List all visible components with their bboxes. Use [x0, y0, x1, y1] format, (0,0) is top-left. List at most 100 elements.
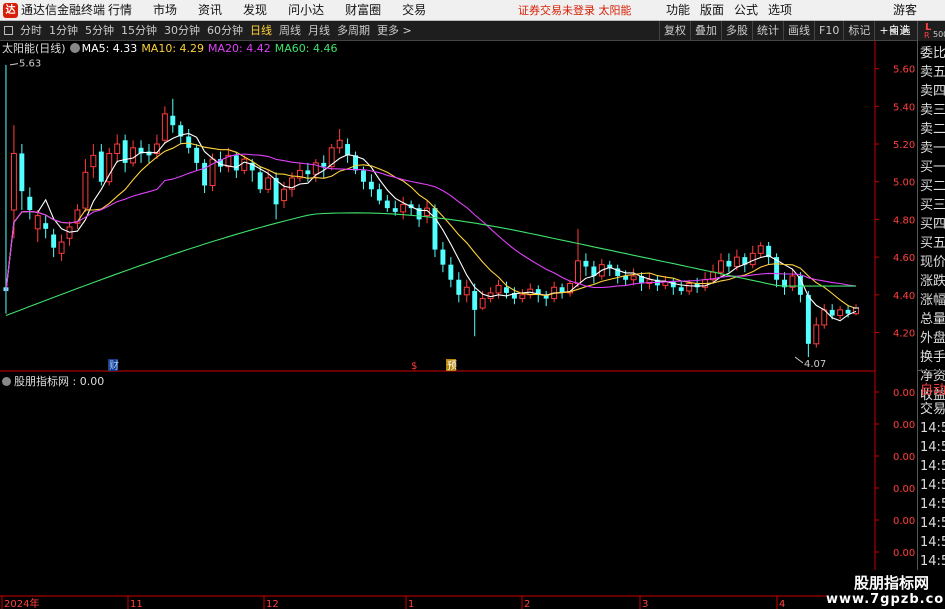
menu-quotes[interactable]: 行情 [108, 0, 132, 21]
ind-tick-label: 0.00 [893, 388, 915, 399]
price-tick-label: 4.80 [893, 215, 915, 226]
candle-body [233, 155, 239, 171]
candle-body [321, 162, 327, 167]
chart-tools: 复权 叠加 多股 统计 画线 F10 标记 +自选 [659, 21, 915, 41]
ma60-value: MA60: 4.46 [274, 42, 338, 55]
tab-intraday[interactable]: 分时 [20, 21, 42, 41]
grid-icon[interactable] [4, 26, 13, 35]
price-tick-label: 4.20 [893, 329, 915, 340]
candle-body [90, 154, 97, 168]
price-tick-label: 5.60 [893, 65, 915, 76]
watermark-line1: 股朋指标网 [854, 574, 930, 592]
app-title: 通达信金融终端 [21, 3, 106, 17]
indicator-legend: 股朋指标网 : 0.00 [2, 375, 104, 388]
menu-functions[interactable]: 功能 [666, 0, 690, 21]
menu-market[interactable]: 市场 [153, 0, 177, 21]
multi-stock-button[interactable]: 多股 [721, 21, 752, 41]
candle-body [392, 208, 398, 212]
quote-label-10: 买五 [920, 236, 945, 251]
candle-body [161, 113, 168, 141]
price-tick-label: 5.40 [893, 102, 915, 113]
ind-tick-label: 0.00 [893, 484, 915, 495]
price-tick-label: 5.00 [893, 178, 915, 189]
quote-lower-0: 自动 [920, 383, 945, 398]
ma-legend: 太阳能(日线) MA5: 4.33 MA10: 4.29 MA20: 4.42 MA60… [2, 42, 341, 55]
stats-button[interactable]: 统计 [752, 21, 783, 41]
draw-button[interactable]: 画线 [783, 21, 814, 41]
low-price-label: 4.07 [804, 359, 826, 370]
kline-chart[interactable]: 5.60 5.40 5.20 5.00 4.80 4.60 4.40 4.20 0.00 0.00… [0, 41, 917, 609]
menu-formula[interactable]: 公式 [734, 0, 758, 21]
indicator-settings-icon[interactable] [2, 377, 11, 386]
corner-r: R [924, 31, 930, 40]
candle-body [853, 307, 859, 315]
candle-body [82, 171, 89, 209]
guest-user[interactable]: 游客 [893, 0, 917, 21]
tab-5min[interactable]: 5分钟 [85, 21, 114, 41]
candle-body [384, 200, 390, 209]
adjust-button[interactable]: 复权 [659, 21, 690, 41]
date-tick-label: 11 [130, 599, 143, 609]
tab-30min[interactable]: 30分钟 [164, 21, 200, 41]
candle-body [733, 256, 740, 268]
menu-discover[interactable]: 发现 [243, 0, 267, 21]
quote-label-2: 卖四 [920, 84, 945, 99]
right-menu: 功能 版面 公式 选项 [666, 0, 802, 21]
candle-body [400, 203, 407, 213]
menu-options[interactable]: 选项 [768, 0, 792, 21]
menu-news[interactable]: 资讯 [198, 0, 222, 21]
candle-body [829, 309, 835, 316]
menu-layout[interactable]: 版面 [700, 0, 724, 21]
quote-label-3: 卖三 [920, 103, 945, 118]
tab-multi-period[interactable]: 多周期 [337, 21, 370, 41]
tab-more[interactable]: 更多 > [377, 21, 412, 41]
menu-ask[interactable]: 问小达 [288, 0, 324, 21]
candle-body [495, 284, 502, 294]
candle-body [194, 147, 200, 163]
candle-body [575, 260, 581, 284]
forecast-marker: 预 [447, 360, 457, 372]
tab-1min[interactable]: 1分钟 [49, 21, 78, 41]
candle-body [98, 151, 104, 182]
menu-trade[interactable]: 交易 [402, 0, 426, 21]
tab-daily[interactable]: 日线 [250, 21, 272, 41]
tab-60min[interactable]: 60分钟 [207, 21, 243, 41]
ind-tick-label: 0.00 [893, 452, 915, 463]
stock-name: 太阳能(日线) [2, 42, 66, 55]
login-status[interactable]: 证券交易未登录 太阳能 [518, 0, 632, 21]
candle-body [805, 294, 811, 344]
ma5-value: MA5: 4.33 [81, 42, 138, 55]
price-tick-label: 5.20 [893, 140, 915, 151]
settings-circle-icon[interactable] [69, 43, 80, 53]
ind-tick-label: 0.00 [893, 548, 915, 559]
candle-body [583, 260, 589, 267]
candle-body [845, 309, 851, 314]
nav-arrows-icon[interactable]: ◀ ▶ [889, 21, 912, 41]
quote-label-15: 外盘 [920, 331, 945, 346]
finance-marker: 财 [109, 359, 119, 372]
candle-body [170, 115, 176, 126]
candle-body [361, 170, 366, 182]
menu-wealth[interactable]: 财富圈 [345, 0, 381, 21]
overlay-button[interactable]: 叠加 [690, 21, 721, 41]
f10-button[interactable]: F10 [814, 21, 843, 41]
quote-label-5: 卖一 [920, 141, 945, 156]
tab-weekly[interactable]: 周线 [279, 21, 301, 41]
quote-label-0: 委比 [920, 46, 945, 61]
mark-button[interactable]: 标记 [843, 21, 874, 41]
chart-svg[interactable]: 5.60 5.40 5.20 5.00 4.80 4.60 4.40 4.20 0.00 0.00… [0, 41, 917, 609]
corner-indicator: L 500 R [917, 21, 945, 41]
date-tick-label: 4 [779, 599, 785, 609]
menu-bar: 达 通达信金融终端 行情 市场 资讯 发现 问小达 财富圈 交易 证券交易未登录… [0, 0, 945, 21]
candle-body [368, 181, 374, 190]
quote-label-12: 涨跌 [920, 274, 945, 289]
tab-15min[interactable]: 15分钟 [121, 21, 157, 41]
candle-body [757, 245, 764, 254]
quote-lower-5: 14:56 [920, 478, 945, 493]
tab-monthly[interactable]: 月线 [308, 21, 330, 41]
candle-body [281, 188, 287, 202]
candle-body [130, 147, 137, 164]
date-tick-label: 12 [266, 599, 279, 609]
candle-body [472, 291, 478, 310]
ind-tick-label: 0.00 [893, 516, 915, 527]
